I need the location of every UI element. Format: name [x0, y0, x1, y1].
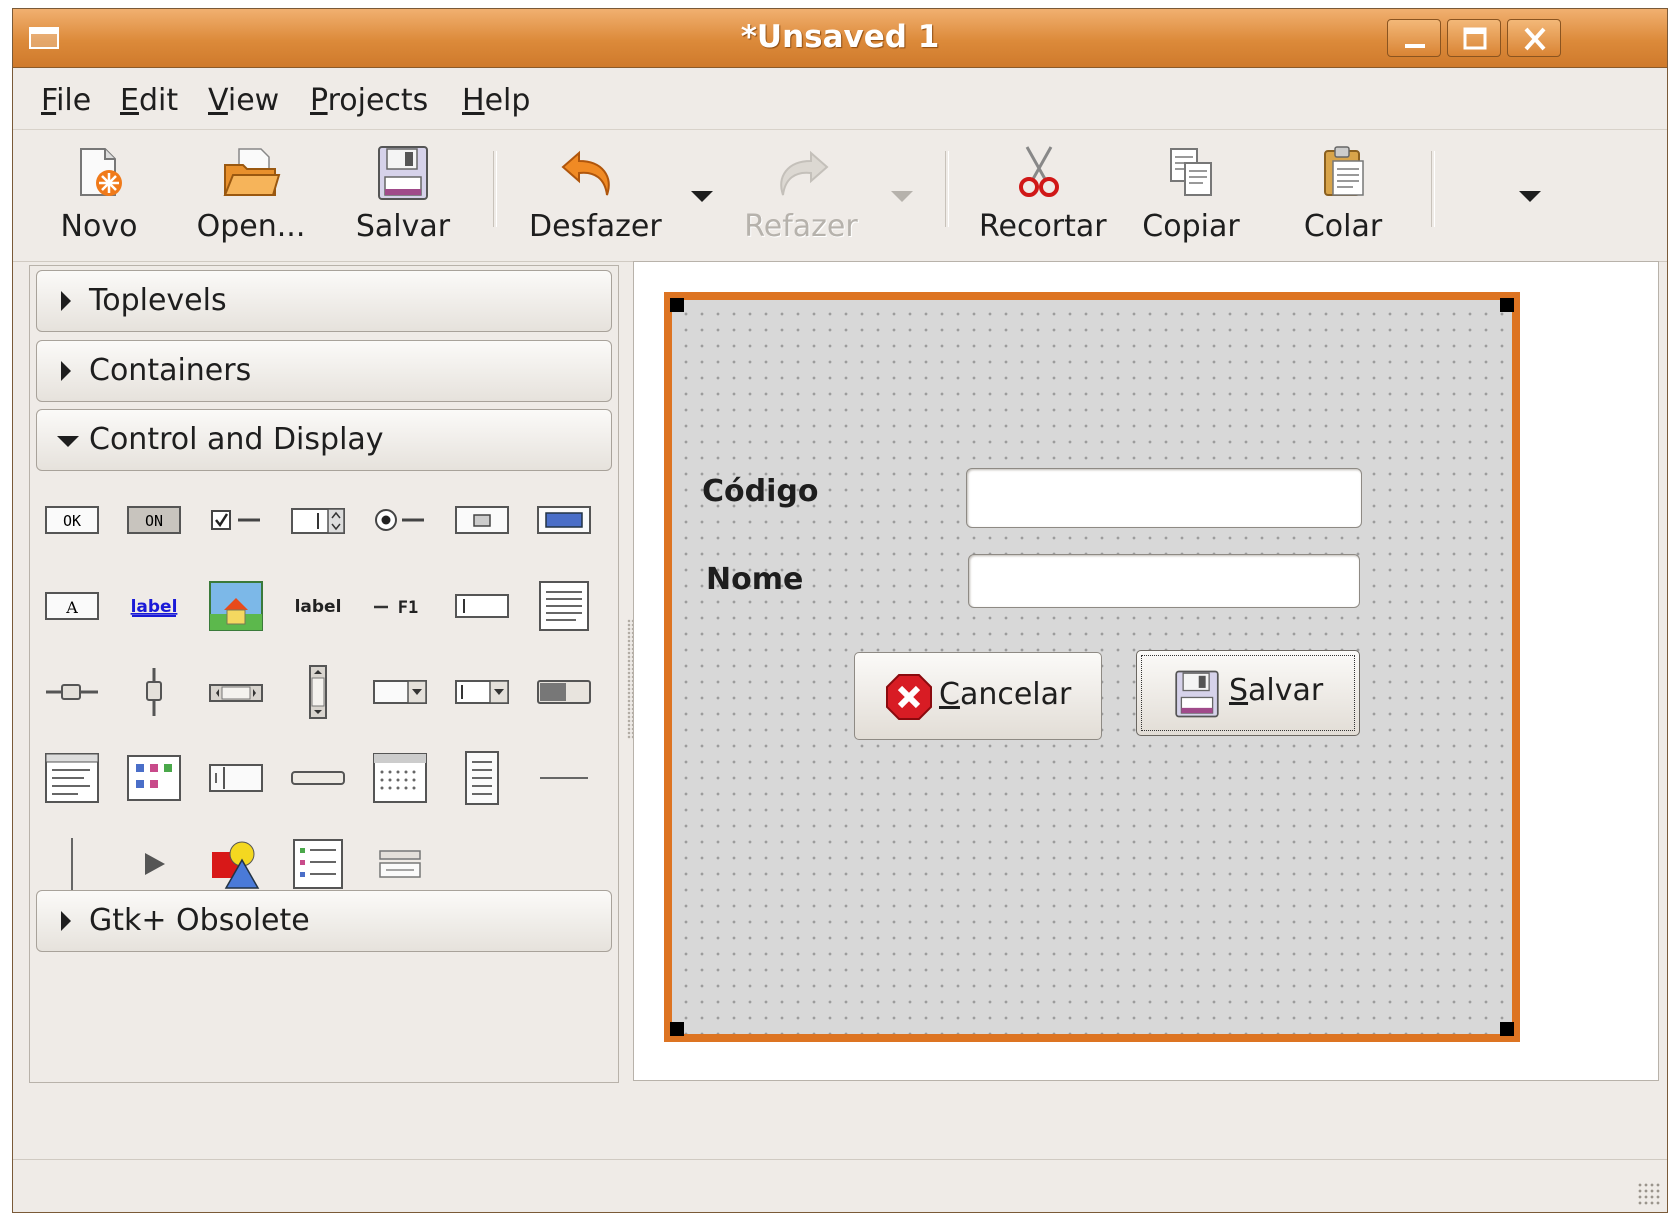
group-gtk-obsolete[interactable]: Gtk+ Obsolete — [36, 890, 612, 952]
nome-label: Nome — [706, 562, 804, 597]
expander-expanded-icon — [57, 436, 79, 447]
file-chooser-button-widget-icon[interactable] — [452, 492, 512, 548]
button-widget-icon[interactable]: OK — [42, 492, 102, 548]
icon-view-widget-icon[interactable] — [124, 750, 184, 806]
horizontal-separator-widget-icon[interactable] — [534, 750, 594, 806]
image-widget-icon[interactable] — [206, 578, 266, 634]
toggle-button-widget-icon[interactable]: ON — [124, 492, 184, 548]
link-button-widget-icon[interactable]: label — [124, 578, 184, 634]
status-bar — [13, 1159, 1667, 1212]
svg-text:F1: F1 — [398, 598, 418, 618]
app-window: *Unsaved 1 File Edit View Projects Help … — [12, 8, 1668, 1213]
scissors-icon — [1019, 146, 1059, 197]
check-button-widget-icon[interactable] — [206, 492, 266, 548]
svg-text:A: A — [65, 598, 78, 617]
maximize-icon — [1463, 27, 1487, 50]
radio-button-widget-icon[interactable] — [370, 492, 430, 548]
salvar-form-button[interactable]: Salvar — [1136, 650, 1360, 736]
svg-text:ON: ON — [145, 512, 163, 530]
list-widget-icon[interactable] — [288, 836, 348, 892]
design-canvas: Código Nome Cancelar Salvar — [633, 261, 1659, 1081]
calendar-widget-icon[interactable] — [370, 750, 430, 806]
undo-arrow-icon — [561, 150, 610, 196]
title-bar[interactable]: *Unsaved 1 — [13, 9, 1667, 68]
maximize-button[interactable] — [1447, 19, 1501, 57]
vertical-scale-widget-icon[interactable] — [124, 664, 184, 720]
open-folder-icon — [223, 148, 281, 196]
codigo-entry[interactable] — [966, 468, 1362, 528]
arrow-widget-icon[interactable] — [124, 836, 184, 892]
paste-clipboard-icon — [1324, 146, 1364, 196]
horizontal-separator-bar-widget-icon[interactable] — [288, 750, 348, 806]
color-button-widget-icon[interactable] — [534, 492, 594, 548]
toolbar: Novo Open... Salvar Desfazer Refazer Rec… — [13, 129, 1667, 262]
label-widget-icon[interactable]: label — [288, 578, 348, 634]
widget-palette: Toplevels Containers Control and Display… — [29, 265, 619, 1083]
cancel-x-icon — [886, 674, 932, 720]
combo-box-widget-icon[interactable] — [370, 664, 430, 720]
save-floppy-icon — [378, 146, 428, 200]
cancelar-button[interactable]: Cancelar — [854, 652, 1102, 740]
svg-text:label: label — [131, 597, 178, 617]
spin-button-widget-icon[interactable] — [288, 492, 348, 548]
toolbar-overflow-arrow[interactable] — [1519, 191, 1541, 202]
codigo-label: Código — [702, 474, 819, 509]
expander-collapsed-icon — [61, 911, 71, 931]
menu-help[interactable]: Help — [462, 83, 530, 118]
expander-collapsed-icon — [61, 361, 71, 381]
selection-handle-top-right[interactable] — [1500, 298, 1514, 312]
selection-handle-bottom-right[interactable] — [1500, 1022, 1514, 1036]
menu-edit[interactable]: Edit — [120, 83, 178, 118]
vertical-scrollbar-widget-icon[interactable] — [288, 664, 348, 720]
menu-widget-icon[interactable] — [452, 750, 512, 806]
vertical-separator-widget-icon[interactable] — [42, 836, 102, 892]
menu-projects[interactable]: Projects — [310, 83, 428, 118]
menu-view[interactable]: View — [208, 83, 279, 118]
minimize-icon — [1405, 44, 1425, 48]
text-view-widget-icon[interactable] — [534, 578, 594, 634]
expander-collapsed-icon — [61, 291, 71, 311]
text-entry-widget-icon[interactable] — [452, 578, 512, 634]
tool-palette-widget-icon[interactable] — [206, 750, 266, 806]
redo-dropdown-arrow[interactable] — [891, 191, 913, 202]
group-containers[interactable]: Containers — [36, 340, 612, 402]
combo-box-entry-widget-icon[interactable] — [452, 664, 512, 720]
printer-dialog-widget-icon[interactable] — [370, 836, 430, 892]
progress-bar-widget-icon[interactable] — [534, 664, 594, 720]
selection-handle-bottom-left[interactable] — [670, 1022, 684, 1036]
menu-bar: File Edit View Projects Help — [13, 67, 1667, 130]
new-document-icon — [80, 148, 122, 196]
redo-arrow-icon — [780, 150, 829, 196]
save-floppy-icon — [1175, 670, 1219, 718]
form-window-preview[interactable]: Código Nome Cancelar Salvar — [664, 292, 1520, 1042]
svg-text:label: label — [295, 597, 342, 617]
horizontal-scrollbar-widget-icon[interactable] — [206, 664, 266, 720]
accel-label-widget-icon[interactable]: F1 — [370, 578, 430, 634]
group-control-and-display[interactable]: Control and Display — [36, 409, 612, 471]
selection-handle-top-left[interactable] — [670, 298, 684, 312]
tree-view-widget-icon[interactable] — [42, 750, 102, 806]
group-toplevels[interactable]: Toplevels — [36, 270, 612, 332]
svg-text:OK: OK — [63, 512, 81, 530]
menu-file[interactable]: File — [41, 83, 91, 118]
close-icon — [1524, 27, 1546, 51]
copy-icon — [1170, 148, 1212, 196]
nome-entry[interactable] — [968, 554, 1360, 608]
resize-grip-icon[interactable] — [1637, 1182, 1661, 1206]
undo-dropdown-arrow[interactable] — [691, 191, 713, 202]
drawing-area-widget-icon[interactable] — [206, 836, 266, 892]
font-button-widget-icon[interactable]: A — [42, 578, 102, 634]
minimize-button[interactable] — [1387, 19, 1441, 57]
horizontal-scale-widget-icon[interactable] — [42, 664, 102, 720]
close-button[interactable] — [1507, 19, 1561, 57]
